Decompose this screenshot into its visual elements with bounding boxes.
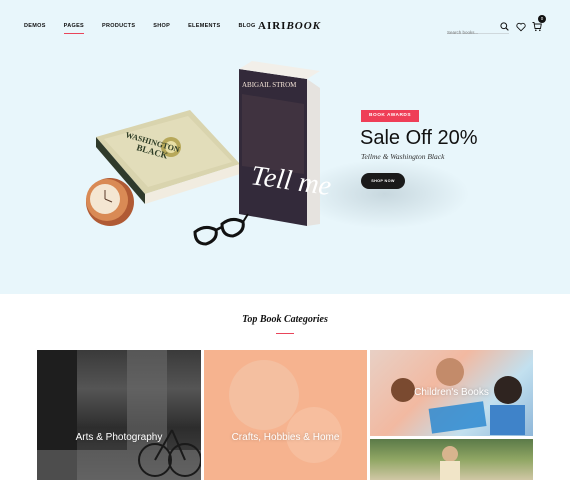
shop-now-button[interactable]: SHOP NOW xyxy=(361,173,405,189)
category-tile-childrens[interactable]: Children's Books xyxy=(370,350,533,436)
eyeglasses xyxy=(193,213,249,246)
arts-photo-image xyxy=(37,350,201,480)
search-icon[interactable] xyxy=(500,22,509,31)
site-logo[interactable]: AIRIBOOK xyxy=(258,20,321,32)
nav-demos[interactable]: DEMOS xyxy=(24,23,46,29)
logo-part-1: AIRI xyxy=(258,20,287,32)
heart-icon[interactable] xyxy=(516,22,526,32)
hero-banner: WASHINGTON BLACK ABIGAIL STROM Tell me B… xyxy=(0,54,570,294)
book-right-author: ABIGAIL STROM xyxy=(242,81,297,89)
nav-shop[interactable]: SHOP xyxy=(153,23,170,29)
site-header: DEMOS PAGES PRODUCTS SHOP ELEMENTS BLOG … xyxy=(0,0,570,54)
main-nav: DEMOS PAGES PRODUCTS SHOP ELEMENTS BLOG xyxy=(24,23,274,34)
category-tile-arts[interactable]: Arts & Photography xyxy=(37,350,201,480)
book-awards-badge: BOOK AWARDS xyxy=(361,110,420,122)
hero-subtitle: Tellme & Washington Black xyxy=(361,152,445,161)
book-tell-me: ABIGAIL STROM Tell me xyxy=(239,61,333,226)
nav-pages[interactable]: PAGES xyxy=(63,23,85,34)
title-divider xyxy=(276,333,294,334)
category-label-crafts: Crafts, Hobbies & Home xyxy=(231,432,340,443)
category-photo-image xyxy=(440,446,460,480)
categories-title: Top Book Categories xyxy=(242,314,328,325)
hero-books-image: WASHINGTON BLACK ABIGAIL STROM Tell me xyxy=(86,61,333,246)
crafts-photo-image xyxy=(229,360,342,463)
nav-products[interactable]: PRODUCTS xyxy=(102,23,135,29)
hero-illustration: WASHINGTON BLACK ABIGAIL STROM Tell me xyxy=(70,54,470,294)
cart-count-badge: 0 xyxy=(538,15,546,23)
category-label-arts: Arts & Photography xyxy=(75,432,163,443)
category-label-childrens: Children's Books xyxy=(414,387,489,398)
category-tile-crafts[interactable]: Crafts, Hobbies & Home xyxy=(204,350,367,480)
nav-elements[interactable]: ELEMENTS xyxy=(188,23,220,29)
search-input[interactable] xyxy=(447,30,499,35)
category-tile-more[interactable] xyxy=(370,439,533,480)
logo-part-2: BOOK xyxy=(286,20,322,32)
wooden-clock xyxy=(86,178,134,226)
hero-title: Sale Off 20% xyxy=(360,127,478,149)
nav-blog[interactable]: BLOG xyxy=(238,23,255,29)
